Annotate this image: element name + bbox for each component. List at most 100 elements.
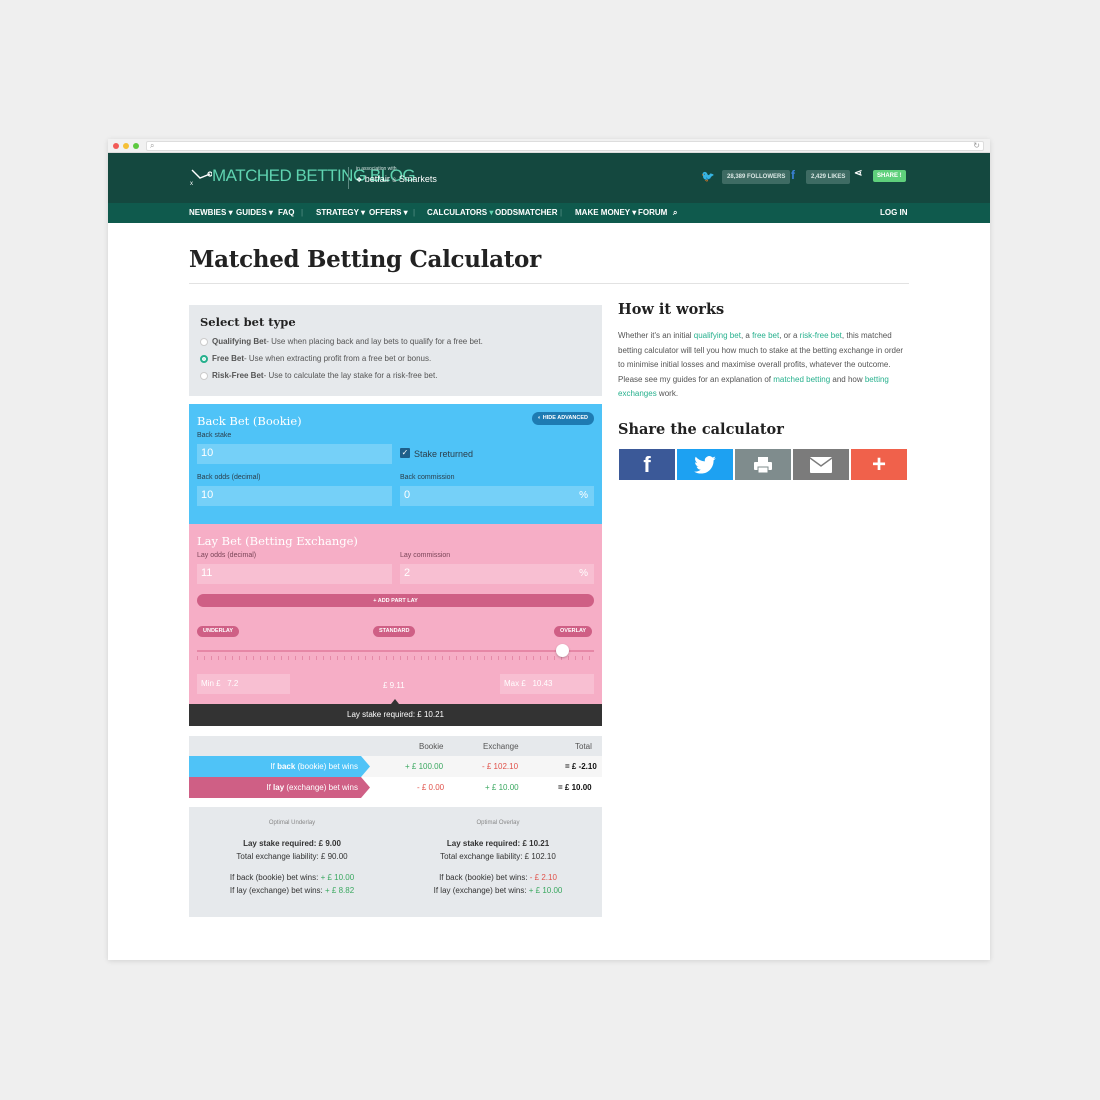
partners: in association with ❖ betfair & Smarkets	[356, 166, 437, 184]
nav-newbies[interactable]: NEWBIES ▾	[189, 208, 233, 217]
lay-total-value: = £ 10.00	[558, 783, 592, 792]
twitter-followers[interactable]: 28,389 FOLLOWERS	[722, 170, 791, 184]
overlay-lay-line: If lay (exchange) bet wins: + £ 10.00	[395, 886, 601, 895]
nav-separator: |	[301, 208, 304, 217]
partner-smarkets: Smarkets	[398, 174, 437, 184]
standard-tag: STANDARD	[373, 626, 416, 637]
lay-bet-panel: Lay Bet (Betting Exchange) Lay odds (dec…	[189, 524, 602, 706]
lay-commission-input[interactable]: 2%	[400, 564, 594, 584]
how-it-works-title: How it works	[618, 301, 725, 318]
twitter-icon	[694, 455, 716, 474]
nav-calculators[interactable]: CALCULATORS ▾	[427, 208, 493, 217]
back-odds-label: Back odds (decimal)	[197, 474, 261, 481]
option-name: Free Bet	[212, 354, 245, 363]
back-stake-input[interactable]: 10	[197, 444, 392, 464]
nav-strategy-label: STRATEGY	[316, 208, 359, 217]
col-exchange: Exchange	[483, 742, 519, 751]
link-matched-betting[interactable]: matched betting	[773, 375, 830, 384]
nav-forum[interactable]: FORUM	[638, 208, 667, 217]
bet-type-title: Select bet type	[200, 315, 296, 329]
text-part: Whether it's an initial	[618, 331, 694, 340]
nav-guides[interactable]: GUIDES ▾	[236, 208, 273, 217]
nav-offers[interactable]: OFFERS ▾	[369, 208, 408, 217]
results-header: Bookie Exchange Total	[189, 736, 602, 756]
radio-risk-free[interactable]	[200, 371, 208, 380]
share-title: Share the calculator	[618, 421, 784, 438]
facebook-icon[interactable]: f	[791, 168, 795, 182]
nav-make-money[interactable]: MAKE MONEY ▾	[575, 208, 636, 217]
slider-ticks	[197, 656, 594, 660]
share-icon[interactable]: ⋖	[854, 168, 862, 179]
slider-track[interactable]	[197, 650, 594, 652]
line-value: - £ 2.10	[529, 873, 557, 882]
label-post: (exchange) bet wins	[284, 783, 358, 792]
nav-make-money-label: MAKE MONEY	[575, 208, 630, 217]
option-risk-free[interactable]: Risk-Free Bet - Use to calculate the lay…	[200, 371, 437, 380]
lay-commission-label: Lay commission	[400, 552, 451, 559]
standard-value: £ 9.11	[383, 681, 405, 690]
radio-free-bet[interactable]	[200, 354, 208, 363]
underlay-liability: Total exchange liability: £ 90.00	[236, 852, 348, 861]
nav-separator: |	[560, 208, 563, 217]
lay-bookie-value: - £ 0.00	[417, 783, 445, 792]
nav-separator: |	[413, 208, 416, 217]
option-qualifying[interactable]: Qualifying Bet - Use when placing back a…	[200, 337, 483, 346]
percent-sign: %	[579, 490, 588, 501]
back-commission-input[interactable]: 0%	[400, 486, 594, 506]
back-odds-input[interactable]: 10	[197, 486, 392, 506]
underlay-stake: Lay stake required: £ 9.00	[243, 839, 341, 848]
maximize-dot-icon[interactable]	[133, 143, 139, 149]
share-twitter-button[interactable]	[677, 449, 733, 480]
label-bold: back	[277, 762, 296, 771]
text-part: , or a	[779, 331, 800, 340]
hide-advanced-button[interactable]: ◐ HIDE ADVANCED	[531, 412, 594, 425]
back-commission-label: Back commission	[400, 474, 455, 481]
option-free-bet[interactable]: Free Bet - Use when extracting profit fr…	[200, 354, 431, 363]
add-part-lay-button[interactable]: + ADD PART LAY	[197, 594, 594, 607]
share-print-button[interactable]	[735, 449, 791, 480]
search-icon[interactable]: ⌕	[673, 208, 677, 218]
lay-bet-title: Lay Bet (Betting Exchange)	[197, 534, 358, 548]
close-dot-icon[interactable]	[113, 143, 119, 149]
partner-betfair: betfair	[364, 174, 390, 184]
share-button[interactable]: SHARE !	[873, 170, 906, 182]
link-risk-free-bet[interactable]: risk-free bet	[800, 331, 842, 340]
lay-odds-input[interactable]: 11	[197, 564, 392, 584]
pointer-arrow	[391, 699, 399, 704]
lay-exchange-value: + £ 10.00	[485, 783, 519, 792]
overlay-tag: OVERLAY	[554, 626, 593, 637]
minimize-dot-icon[interactable]	[123, 143, 129, 149]
radio-qualifying[interactable]	[200, 337, 208, 346]
twitter-icon[interactable]: 🐦	[701, 170, 715, 183]
header-divider	[348, 167, 349, 189]
share-email-button[interactable]	[793, 449, 849, 480]
stake-returned-checkbox[interactable]: ✓	[400, 448, 410, 458]
max-label: Max £	[504, 679, 526, 688]
line-value: + £ 10.00	[528, 886, 563, 895]
underlay-tag: UNDERLAY	[197, 626, 240, 637]
nav-oddsmatcher[interactable]: ODDSMATCHER	[495, 208, 558, 217]
nav-faq[interactable]: FAQ	[278, 208, 294, 217]
share-more-button[interactable]: +	[851, 449, 907, 480]
facebook-likes[interactable]: 2,429 LIKES	[806, 170, 851, 184]
back-exchange-value: - £ 102.10	[482, 762, 519, 771]
option-desc: - Use when placing back and lay bets to …	[266, 337, 483, 346]
reload-icon[interactable]: ↻	[973, 141, 980, 150]
option-name: Qualifying Bet	[212, 337, 267, 346]
svg-text:x: x	[190, 181, 193, 186]
link-qualifying-bet[interactable]: qualifying bet	[694, 331, 741, 340]
min-stake-input[interactable]: Min £ 7.2	[197, 674, 290, 694]
main-nav: NEWBIES ▾ GUIDES ▾ FAQ | STRATEGY ▾ OFFE…	[108, 203, 990, 223]
address-bar[interactable]: ⌕ ↻	[146, 141, 984, 151]
how-it-works-text: Whether it's an initial qualifying bet , …	[618, 329, 908, 402]
title-divider	[189, 283, 909, 284]
nav-login[interactable]: LOG IN	[880, 208, 908, 217]
optimal-panel: Optimal Underlay Lay stake required: £ 9…	[189, 807, 602, 917]
share-facebook-button[interactable]: f	[619, 449, 675, 480]
link-free-bet[interactable]: free bet	[752, 331, 779, 340]
max-stake-input[interactable]: Max £ 10.43	[500, 674, 594, 694]
nav-strategy[interactable]: STRATEGY ▾	[316, 208, 365, 217]
browser-chrome: ⌕ ↻	[108, 139, 990, 153]
back-bet-panel: Back Bet (Bookie) ◐ HIDE ADVANCED Back s…	[189, 404, 602, 524]
back-bookie-value: + £ 100.00	[405, 762, 444, 771]
